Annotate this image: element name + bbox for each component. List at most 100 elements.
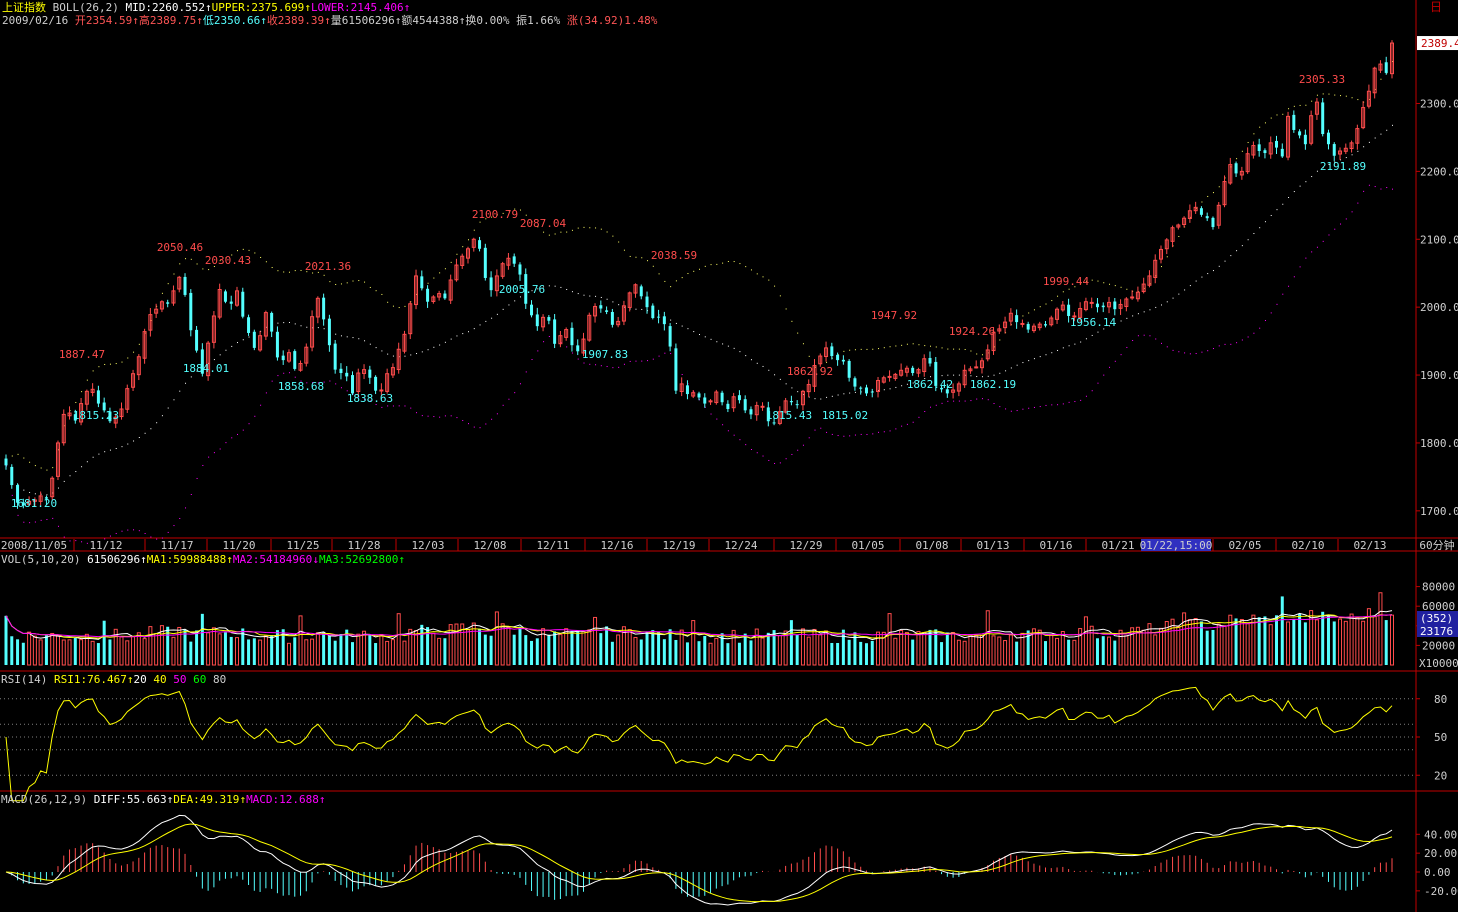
boll-lower-dot — [710, 413, 712, 415]
volume-bar — [1176, 626, 1181, 666]
candle-body-down — [4, 458, 8, 466]
boll-lower-dot — [1293, 276, 1295, 278]
volume-bar — [928, 629, 932, 665]
candle-body-up — [379, 389, 384, 392]
candle-body-down — [351, 375, 354, 394]
boll-mid-dot — [1305, 181, 1307, 183]
boll-lower-dot — [872, 433, 874, 435]
candle-body-down — [333, 343, 337, 370]
candles-group — [4, 40, 1394, 509]
boll-upper-dot — [1114, 285, 1116, 287]
boll-upper-dot — [364, 281, 366, 283]
boll-mid-dot — [300, 325, 302, 327]
volume-bar — [67, 639, 72, 666]
candle-body-down — [697, 393, 701, 398]
boll-mid-dot — [577, 293, 579, 295]
boll-upper-dot — [167, 283, 169, 285]
date-axis-label: 11/28 — [347, 539, 380, 552]
date-axis-label: 12/19 — [662, 539, 695, 552]
boll-lower-dot — [993, 403, 995, 405]
boll-mid-dot — [340, 335, 342, 337]
boll-upper-dot — [999, 339, 1001, 341]
volume-bar — [1107, 636, 1112, 666]
boll-mid-dot — [156, 422, 158, 424]
boll-mid-dot — [791, 387, 793, 389]
volume-ma1: MA1:59988488 — [146, 553, 227, 566]
boll-mid-dot — [606, 298, 608, 300]
volume-bar — [90, 640, 95, 666]
boll-lower-dot — [566, 346, 568, 348]
volume-bar — [1303, 622, 1307, 665]
boll-mid-dot — [185, 382, 187, 384]
boll-mid-dot — [571, 291, 573, 293]
volume-bar — [760, 637, 765, 666]
boll-upper-dot — [1178, 235, 1180, 237]
volume-bar — [679, 629, 684, 666]
boll-upper-dot — [1109, 283, 1111, 285]
boll-upper-dot — [202, 268, 204, 270]
boll-upper-dot — [479, 221, 481, 223]
date-axis-label: 11/25 — [286, 539, 319, 552]
window-layout-button[interactable]: 日 — [1430, 0, 1442, 15]
boll-mid-dot — [635, 308, 637, 310]
boll-lower-dot — [1120, 354, 1122, 356]
volume-bar — [1089, 625, 1094, 666]
volume-bar — [4, 615, 8, 665]
boll-lower-dot — [600, 365, 602, 367]
boll-upper-dot — [190, 258, 192, 260]
volume-bar — [200, 613, 204, 665]
boll-mid-dot — [554, 285, 556, 287]
boll-mid-dot — [496, 313, 498, 315]
boll-mid-dot — [727, 345, 729, 347]
boll-lower-dot — [283, 372, 285, 374]
volume-bar — [1355, 617, 1360, 666]
boll-mid-dot — [1143, 311, 1145, 313]
boll-lower-dot — [242, 429, 244, 431]
volume-bar — [576, 630, 580, 665]
volume-bar — [322, 631, 326, 665]
boll-lower-dot — [340, 387, 342, 389]
boll-lower-dot — [427, 415, 429, 417]
boll-upper-dot — [121, 361, 123, 363]
macd-hist: MACD:12.688 — [246, 793, 319, 806]
boll-mid-dot — [976, 376, 978, 378]
volume-bar — [131, 635, 136, 666]
volume-bar — [697, 641, 701, 665]
volume-bar — [183, 629, 187, 665]
boll-lower-dot — [1259, 327, 1261, 329]
boll-lower-dot — [1357, 202, 1359, 204]
rsi-level-40: 40 — [153, 673, 167, 686]
boll-upper-dot — [11, 455, 13, 457]
boll-upper-dot — [179, 263, 181, 265]
candle-body-down — [651, 305, 655, 319]
boll-upper-dot — [791, 320, 793, 322]
date-axis-label: 11/20 — [222, 539, 255, 552]
boll-mid-dot — [462, 333, 464, 335]
volume-bar — [61, 639, 66, 666]
boll-mid-dot — [739, 351, 741, 353]
boll-lower-dot — [658, 355, 660, 357]
candle-body-down — [241, 291, 245, 317]
boll-lower-dot — [1039, 406, 1041, 408]
stock-chart-canvas[interactable]: 1700.0 1800.0 1900.0 2000.0 2100.0 2200.0 2300… — [0, 0, 1458, 912]
macd-tick-label: 0.00 — [1424, 866, 1451, 879]
price-extreme-label: 1862.92 — [787, 365, 833, 378]
boll-lower-dot — [190, 493, 192, 495]
boll-lower-dot — [618, 366, 620, 368]
volume-bar — [327, 635, 331, 665]
candle-body-down — [864, 387, 868, 394]
boll-lower-dot — [127, 529, 129, 531]
volume-bar — [235, 637, 239, 666]
boll-mid-dot — [1149, 309, 1151, 311]
date-axis-label: 12/16 — [600, 539, 633, 552]
candle-body-down — [726, 403, 730, 409]
boll-upper-dot — [750, 269, 752, 271]
candle-body-down — [1026, 323, 1030, 330]
volume-bar — [806, 636, 811, 666]
volume-bar — [195, 630, 199, 665]
boll-mid-dot — [745, 355, 747, 357]
boll-upper-dot — [1218, 186, 1220, 188]
boll-mid-dot — [387, 353, 389, 355]
volume-bar — [21, 642, 25, 665]
volume-unit-label: X10000 — [1419, 657, 1458, 670]
